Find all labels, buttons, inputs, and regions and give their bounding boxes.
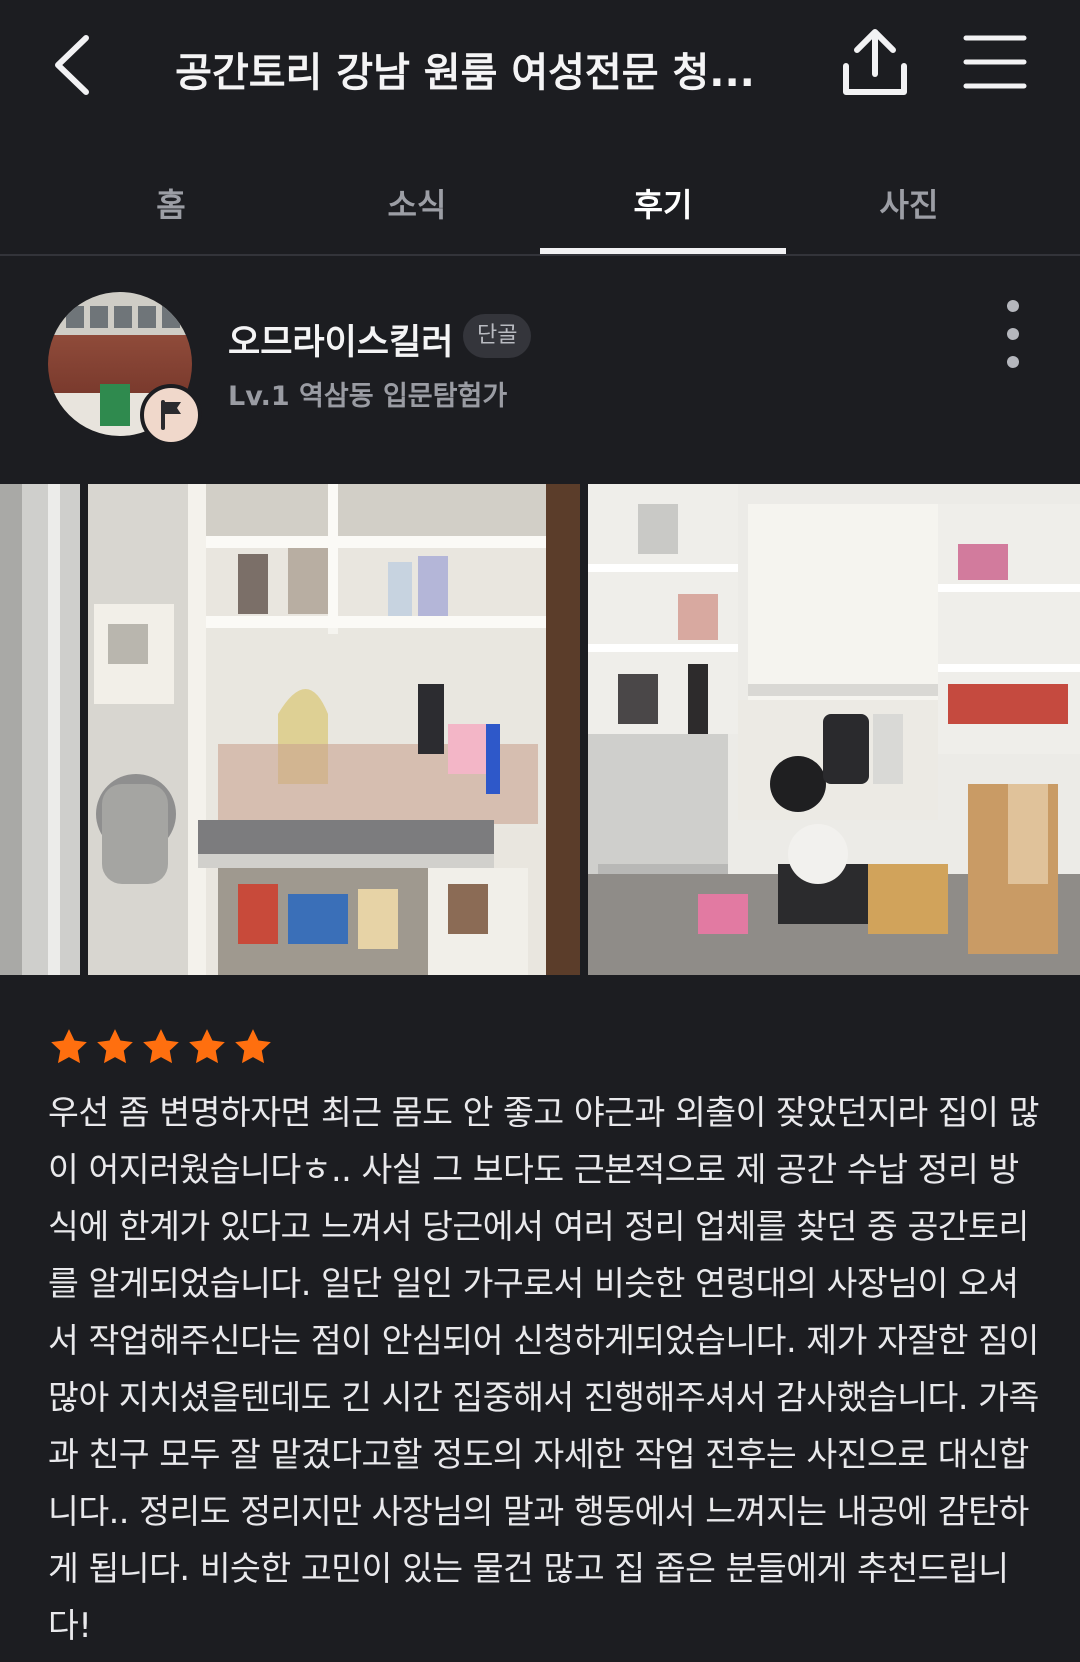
hamburger-menu-icon [963,35,1027,89]
rating-stars [48,1026,274,1074]
share-icon [843,29,907,95]
share-button[interactable] [840,26,910,100]
star-icon [97,1029,133,1064]
more-vertical-icon [1007,300,1019,312]
review-photo-kitchen[interactable] [588,484,1080,975]
chevron-left-icon [55,35,89,95]
tab-photos[interactable]: 사진 [786,180,1032,226]
review-photo-partial[interactable] [0,484,80,975]
star-icon [189,1029,225,1064]
top-app-bar: 공간토리 강남 원룸 여성전문 청... [0,0,1080,130]
review-photos [0,484,1080,975]
star-icon [235,1029,271,1064]
more-options-button[interactable] [998,298,1030,370]
tab-bar: 홈 소식 후기 사진 [0,160,1080,256]
author-level: Lv.1 역삼동 입문탐험가 [228,381,508,412]
active-tab-indicator [540,248,786,254]
regular-customer-badge: 단골 [463,314,532,358]
flag-icon [161,400,181,430]
menu-button[interactable] [962,32,1028,92]
review-author-row: 오므라이스킬러 단골 Lv.1 역삼동 입문탐험가 [0,258,1080,478]
tab-home[interactable]: 홈 [48,180,294,226]
flag-badge [140,384,202,446]
review-text: 우선 좀 변명하자면 최근 몸도 안 좋고 야근과 외출이 잦았던지라 집이 많… [48,1093,1039,1645]
star-icon [143,1029,179,1064]
tab-news[interactable]: 소식 [294,180,540,226]
back-button[interactable] [46,30,106,100]
star-icon [51,1029,87,1064]
tab-reviews[interactable]: 후기 [540,180,786,226]
author-name[interactable]: 오므라이스킬러 [228,314,453,365]
review-photo-cabinet[interactable] [88,484,580,975]
page-title: 공간토리 강남 원룸 여성전문 청... [175,50,755,96]
